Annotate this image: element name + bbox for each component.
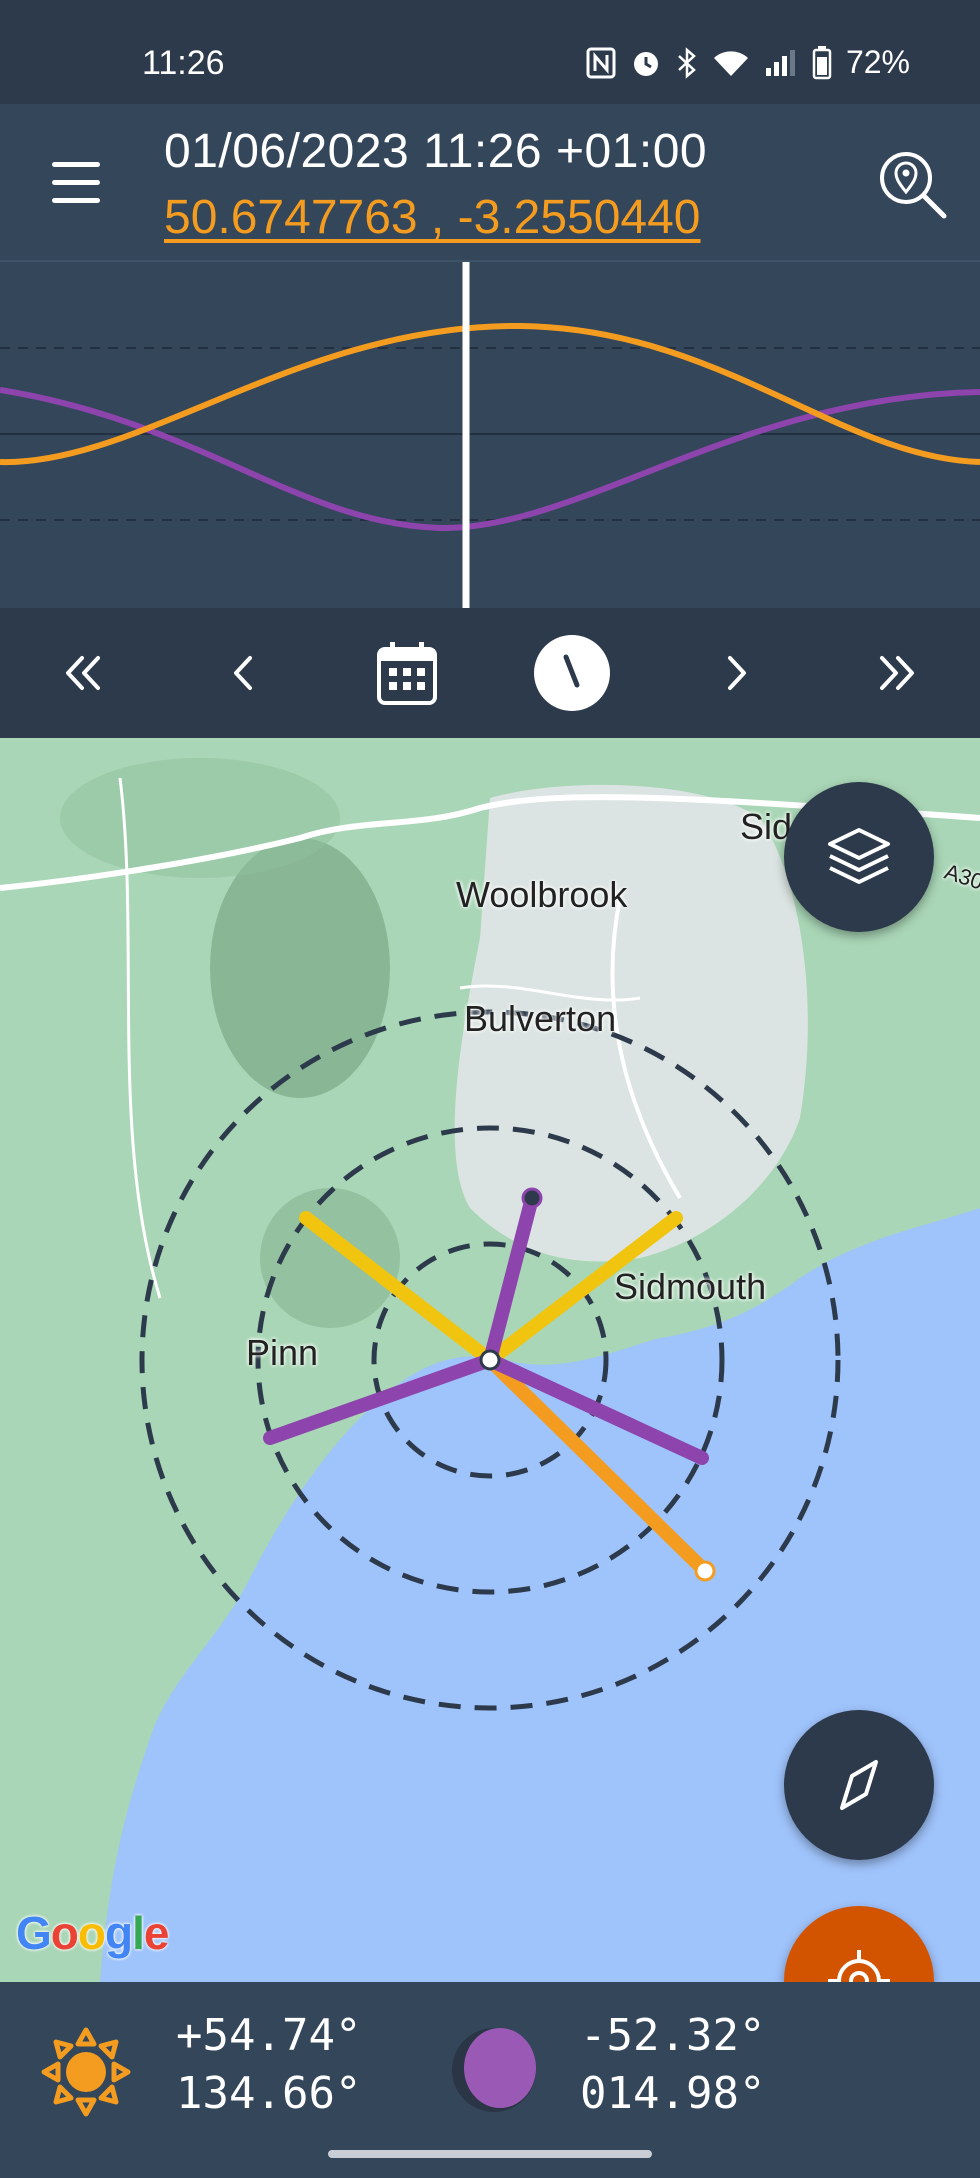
app-header: 01/06/2023 11:26 +01:00 50.6747763 , -3.… <box>0 104 980 260</box>
step-back-button[interactable] <box>210 638 280 708</box>
moon-phase-icon <box>452 2028 536 2112</box>
double-chevron-right-icon <box>880 656 914 690</box>
bluetooth-icon <box>678 46 696 79</box>
sun-moon-info-bar: +54.74° 134.66° -52.32° 014.98° <box>0 1982 980 2178</box>
moon-altitude: -52.32° <box>580 2010 766 2061</box>
map-view[interactable]: Sid A303 Woolbrook Bulverton Sidmouth Pi… <box>0 738 980 1982</box>
sun-azimuth: 134.66° <box>176 2068 362 2119</box>
current-datetime[interactable]: 01/06/2023 11:26 +01:00 <box>164 124 707 179</box>
map-label-sidmouth: Sidmouth <box>614 1266 767 1307</box>
hill-shade-1 <box>210 838 390 1098</box>
date-picker-button[interactable] <box>372 638 442 708</box>
alarm-icon <box>633 51 658 76</box>
status-time: 11:26 <box>142 44 225 82</box>
compass-icon <box>840 1760 878 1810</box>
location-search-icon <box>880 152 947 219</box>
step-forward-button[interactable] <box>700 638 770 708</box>
location-search-button[interactable] <box>872 144 952 224</box>
status-icons: 72% <box>586 44 910 81</box>
map-layers-button[interactable] <box>784 782 934 932</box>
altitude-graph-svg <box>0 262 980 608</box>
moon-direction-end <box>521 1187 543 1209</box>
sun-moon-altitude-graph[interactable] <box>0 260 980 608</box>
battery-percent: 72% <box>845 44 910 80</box>
sun-direction-end <box>694 1560 716 1582</box>
skip-back-button[interactable] <box>48 638 118 708</box>
clock-icon <box>563 654 580 688</box>
calendar-icon <box>377 642 437 705</box>
signal-icon <box>765 49 795 76</box>
map-label-woolbrook: Woolbrook <box>456 874 628 915</box>
moon-altitude-curve <box>0 387 980 532</box>
sun-altitude-curve <box>0 322 980 466</box>
skip-forward-button[interactable] <box>862 638 932 708</box>
chevron-left-icon <box>234 656 252 690</box>
nfc-icon <box>586 47 616 78</box>
map-label-pinn: Pinn <box>246 1332 319 1373</box>
battery-icon <box>812 45 832 79</box>
menu-button[interactable] <box>44 154 108 214</box>
map-label-bulverton: Bulverton <box>464 998 617 1039</box>
location-marker <box>479 1349 501 1371</box>
sun-direction-line <box>483 1353 712 1578</box>
chevron-right-icon <box>728 656 746 690</box>
time-picker-button[interactable] <box>534 635 610 711</box>
moon-azimuth: 014.98° <box>580 2068 766 2119</box>
sun-altitude: +54.74° <box>176 2010 362 2061</box>
status-bar: 11:26 72% <box>0 0 980 104</box>
location-coordinates[interactable]: 50.6747763 , -3.2550440 <box>164 190 700 245</box>
home-indicator[interactable] <box>328 2150 652 2158</box>
time-controls <box>0 608 980 738</box>
compass-button[interactable] <box>784 1710 934 1860</box>
moonset-direction-line <box>483 1353 709 1465</box>
google-attribution: Google <box>16 1907 169 1959</box>
wifi-icon <box>713 50 748 76</box>
map-label-sid: Sid <box>740 806 793 847</box>
sun-icon <box>41 2027 131 2117</box>
double-chevron-left-icon <box>66 656 100 690</box>
layers-icon <box>828 828 890 884</box>
